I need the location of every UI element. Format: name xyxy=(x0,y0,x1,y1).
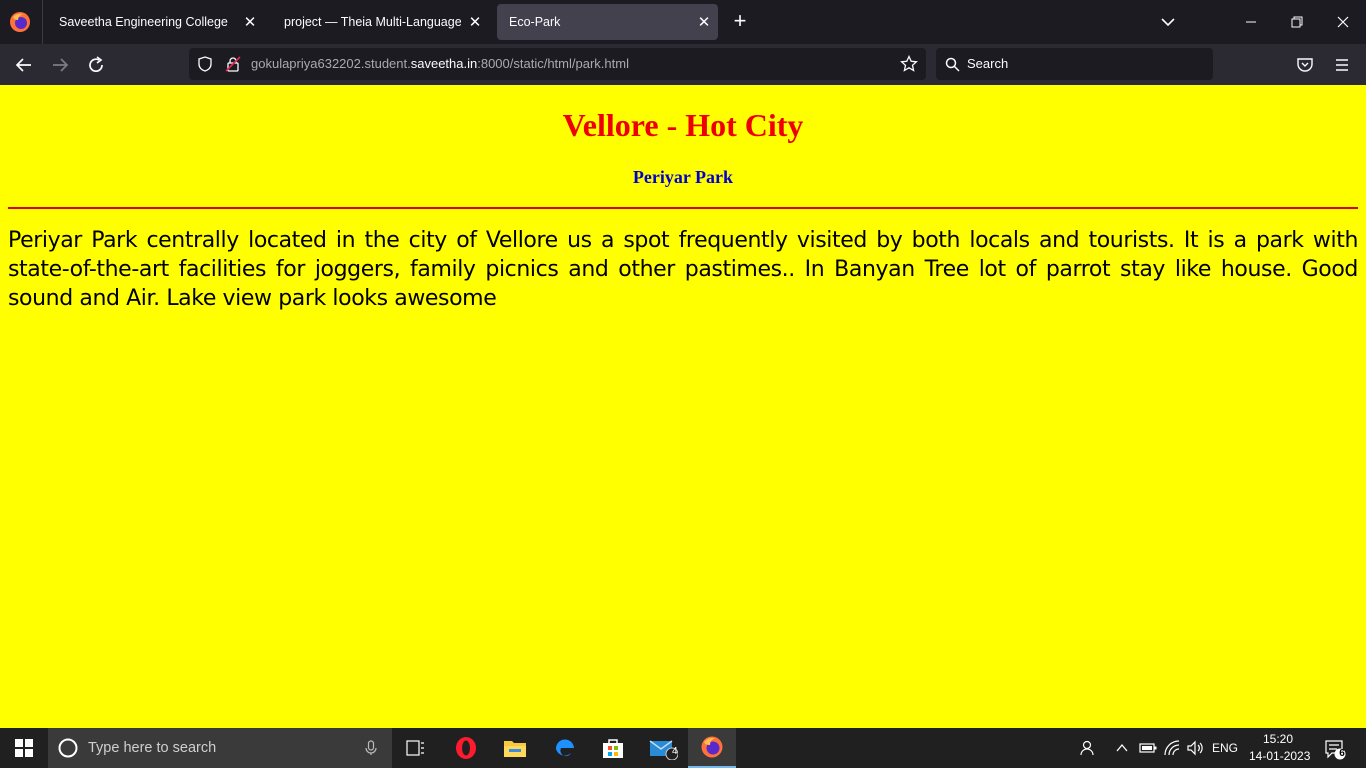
windows-logo-icon xyxy=(15,739,33,757)
firefox-menu-icon[interactable] xyxy=(9,11,31,33)
new-tab-button[interactable]: + xyxy=(728,10,752,34)
page-content: Vellore - Hot City Periyar Park Periyar … xyxy=(0,85,1366,728)
pocket-icon[interactable] xyxy=(1296,56,1314,74)
cortana-circle-icon xyxy=(58,738,78,758)
shield-icon[interactable] xyxy=(197,56,213,72)
language-indicator[interactable]: ENG xyxy=(1212,741,1238,755)
url-domain: saveetha.in xyxy=(410,56,478,71)
microphone-icon[interactable] xyxy=(364,740,378,756)
clock-time[interactable]: 15:20 xyxy=(1262,732,1294,746)
people-icon[interactable] xyxy=(1078,739,1096,757)
reload-icon[interactable] xyxy=(83,52,109,78)
horizontal-rule xyxy=(8,207,1358,209)
tab-eco-park[interactable]: Eco-Park ✕ xyxy=(497,4,718,40)
speaker-icon[interactable] xyxy=(1186,739,1204,757)
windows-taskbar: Type here to search 4 ENG 15:20 14-01-20… xyxy=(0,728,1366,768)
clock-date[interactable]: 14-01-2023 xyxy=(1249,749,1310,763)
start-button[interactable] xyxy=(0,728,48,768)
tab-theia[interactable]: project — Theia Multi-Language Ex ✕ xyxy=(272,4,489,40)
store-button[interactable] xyxy=(589,728,637,768)
folder-icon xyxy=(504,741,526,757)
insecure-lock-icon[interactable] xyxy=(225,56,241,72)
tab-separator xyxy=(42,0,43,44)
star-bookmark-icon[interactable] xyxy=(900,55,918,73)
search-icon xyxy=(945,57,960,72)
tab-bar: Saveetha Engineering College ✕ project —… xyxy=(0,0,1366,44)
wifi-icon[interactable] xyxy=(1163,739,1181,757)
store-bag-icon xyxy=(603,739,623,758)
tab-saveetha[interactable]: Saveetha Engineering College ✕ xyxy=(47,4,264,40)
url-text[interactable]: gokulapriya632202.student.saveetha.in:80… xyxy=(251,56,629,71)
hamburger-menu-icon[interactable] xyxy=(1333,56,1351,74)
edge-button[interactable] xyxy=(541,728,589,768)
close-window-icon[interactable] xyxy=(1329,8,1357,36)
taskbar-search-box[interactable]: Type here to search xyxy=(48,728,392,768)
firefox-taskbar-button[interactable] xyxy=(688,728,736,768)
tab-label: Saveetha Engineering College xyxy=(59,15,228,29)
chevron-up-icon[interactable] xyxy=(1115,741,1129,755)
mail-badge-count: 4 xyxy=(672,746,678,757)
opera-icon xyxy=(456,737,476,759)
close-icon[interactable]: ✕ xyxy=(236,13,264,31)
search-bar[interactable]: Search xyxy=(936,48,1213,80)
firefox-icon xyxy=(701,736,723,758)
page-title: Vellore - Hot City xyxy=(562,107,804,143)
page-subtitle: Periyar Park xyxy=(632,167,734,187)
navigation-bar: gokulapriya632202.student.saveetha.in:80… xyxy=(0,44,1366,85)
notification-count: 6 xyxy=(1339,748,1345,759)
file-explorer-button[interactable] xyxy=(491,728,539,768)
tab-label: Eco-Park xyxy=(509,15,561,29)
mail-button[interactable]: 4 xyxy=(639,728,687,768)
restore-icon[interactable] xyxy=(1283,8,1311,36)
minimize-icon[interactable] xyxy=(1237,8,1265,36)
back-arrow-icon[interactable] xyxy=(11,52,37,78)
close-icon[interactable]: ✕ xyxy=(690,13,718,31)
forward-arrow-icon[interactable] xyxy=(47,52,73,78)
url-prefix: gokulapriya632202.student. xyxy=(251,56,411,71)
url-suffix: :8000/static/html/park.html xyxy=(477,56,629,71)
tab-label: project — Theia Multi-Language Ex xyxy=(284,15,461,29)
close-icon[interactable]: ✕ xyxy=(461,13,489,31)
taskbar-search-placeholder: Type here to search xyxy=(88,740,217,756)
opera-button[interactable] xyxy=(442,728,490,768)
chevron-down-icon[interactable] xyxy=(1158,12,1178,32)
description-paragraph: Periyar Park centrally located in the ci… xyxy=(8,228,1358,311)
search-placeholder: Search xyxy=(967,56,1009,71)
edge-icon xyxy=(555,739,574,757)
task-view-icon xyxy=(406,740,424,756)
url-bar[interactable]: gokulapriya632202.student.saveetha.in:80… xyxy=(189,48,926,80)
task-view-button[interactable] xyxy=(392,728,440,768)
battery-icon[interactable] xyxy=(1139,741,1157,755)
